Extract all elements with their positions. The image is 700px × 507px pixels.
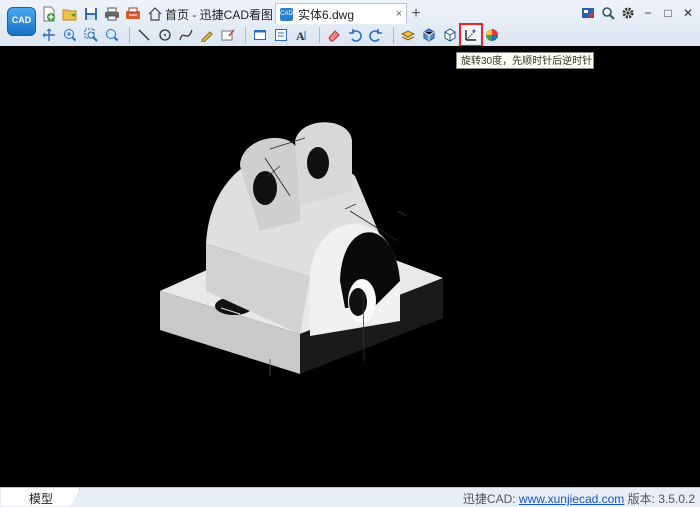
redo-icon[interactable] <box>367 26 385 44</box>
batch-print-icon[interactable] <box>124 5 142 23</box>
toolbar-separator <box>129 27 130 43</box>
minimize-button[interactable]: − <box>638 3 658 23</box>
new-tab-button[interactable]: + <box>407 4 425 24</box>
layers-icon[interactable] <box>399 26 417 44</box>
rectangle-tool-icon[interactable] <box>251 26 269 44</box>
3d-box-icon[interactable] <box>420 26 438 44</box>
app-logo-icon[interactable]: CAD <box>7 7 36 36</box>
save-icon[interactable] <box>82 5 100 23</box>
home-icon <box>148 7 162 21</box>
brand-prefix: 迅捷CAD: <box>462 492 519 506</box>
3d-part-drawing <box>160 122 443 376</box>
zoom-extents-icon[interactable] <box>103 26 121 44</box>
text-tool-icon[interactable]: A <box>293 26 311 44</box>
settings-gear-icon[interactable] <box>618 3 638 23</box>
drawing-toolbar: A <box>40 23 504 47</box>
layout-icon[interactable] <box>578 3 598 23</box>
spline-tool-icon[interactable] <box>177 26 195 44</box>
pan-icon[interactable] <box>40 26 58 44</box>
window-controls: − □ ✕ <box>578 3 698 23</box>
line-tool-icon[interactable] <box>135 26 153 44</box>
close-tab-icon[interactable]: × <box>392 8 406 20</box>
tab-model[interactable]: 模型 <box>1 488 80 506</box>
tab-document[interactable]: CAD 实体6.dwg × <box>275 3 407 24</box>
drawing-canvas[interactable] <box>0 46 700 487</box>
tab-document-label: 实体6.dwg <box>298 7 355 22</box>
undo-icon[interactable] <box>346 26 364 44</box>
close-window-button[interactable]: ✕ <box>678 3 698 23</box>
zoom-search-icon[interactable] <box>598 3 618 23</box>
tab-home-label: 首页 - 迅捷CAD看图 <box>165 7 274 22</box>
color-wheel-icon[interactable] <box>483 26 501 44</box>
svg-text:A: A <box>296 29 305 42</box>
new-file-icon[interactable] <box>40 5 58 23</box>
title-toolbar-area: CAD 首页 - 迅捷CAD看图 CAD 实体6.dwg × + − □ ✕ A <box>0 0 700 47</box>
version-text: 版本: 3.5.0.2 <box>624 492 695 506</box>
toolbar-separator <box>319 27 320 43</box>
eraser-icon[interactable] <box>325 26 343 44</box>
zoom-window-icon[interactable] <box>82 26 100 44</box>
app-logo-text: CAD <box>11 15 32 25</box>
print-icon[interactable] <box>103 5 121 23</box>
rotate-tooltip: 旋转30度，先顺时针后逆时针 <box>456 52 594 69</box>
toolbar-separator <box>245 27 246 43</box>
open-folder-icon[interactable] <box>61 5 79 23</box>
3d-view-icon[interactable] <box>441 26 459 44</box>
maximize-button[interactable]: □ <box>658 3 678 23</box>
rotate-30-button[interactable] <box>459 23 483 47</box>
text-note-icon[interactable] <box>219 26 237 44</box>
dwg-file-icon: CAD <box>280 7 293 21</box>
status-info: 迅捷CAD: www.xunjiecad.com 版本: 3.5.0.2 <box>463 490 695 507</box>
status-bar: 模型 迅捷CAD: www.xunjiecad.com 版本: 3.5.0.2 <box>0 487 700 507</box>
tab-model-label: 模型 <box>29 492 54 506</box>
toolbar-separator <box>393 27 394 43</box>
website-link[interactable]: www.xunjiecad.com <box>519 492 624 506</box>
zoom-in-icon[interactable] <box>61 26 79 44</box>
circle-tool-icon[interactable] <box>156 26 174 44</box>
sketch-tool-icon[interactable] <box>198 26 216 44</box>
cloud-mark-icon[interactable] <box>272 26 290 44</box>
quick-access-toolbar <box>40 4 145 24</box>
tab-home[interactable]: 首页 - 迅捷CAD看图 <box>144 4 277 24</box>
